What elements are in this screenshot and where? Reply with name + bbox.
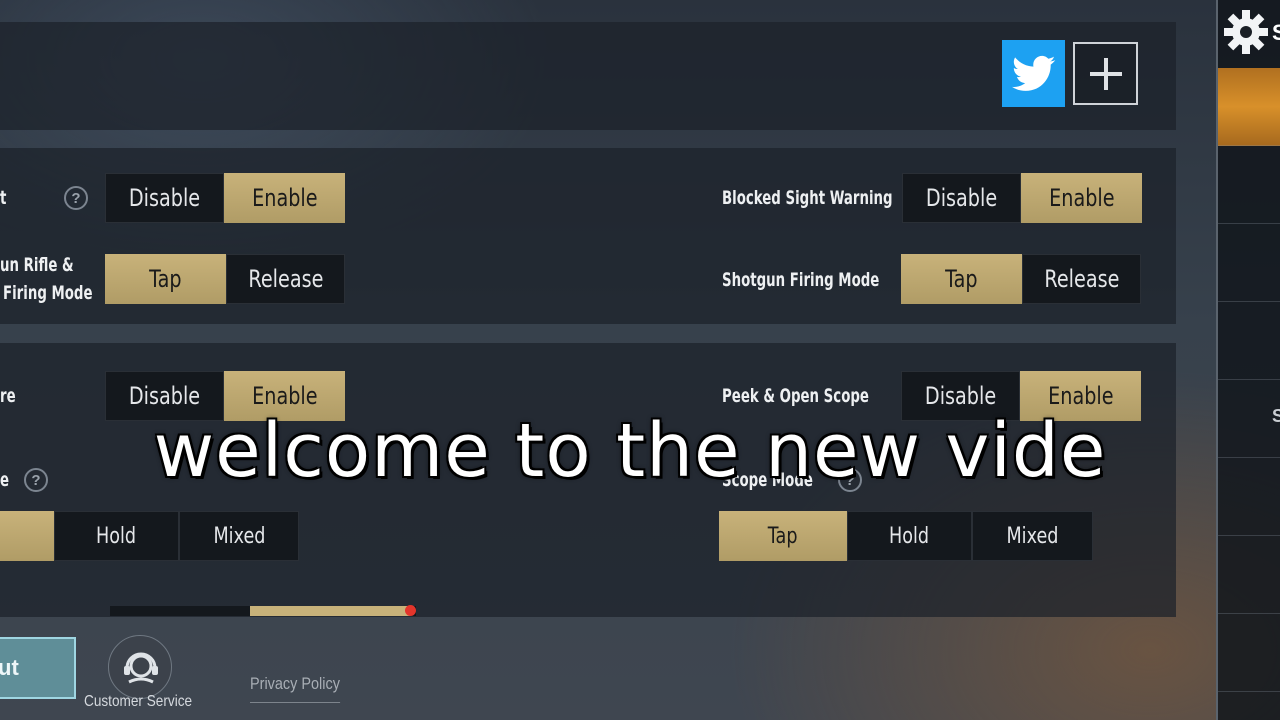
option-mixed[interactable]: Mixed — [179, 511, 299, 561]
twitter-button[interactable] — [1002, 40, 1065, 107]
privacy-policy-link[interactable]: Privacy Policy — [250, 674, 340, 703]
setting-label-shotgun-firing: Shotgun Firing Mode — [722, 269, 880, 291]
sidebar-letter: S — [1272, 20, 1280, 45]
toggle-left-1: Disable Enable — [105, 173, 345, 223]
toggle-shotgun-firing: Tap Release — [901, 254, 1141, 304]
setting-label-peek-open-scope: Peek & Open Scope — [722, 385, 869, 407]
toggle-left-2: Tap Release — [105, 254, 345, 304]
sidebar-tab[interactable] — [1218, 302, 1280, 380]
top-header-panel — [0, 22, 1176, 130]
twitter-icon — [1011, 55, 1055, 91]
video-caption: welcome to the new vide — [153, 408, 1107, 494]
setting-label-left-2b: Firing Mode — [3, 282, 93, 304]
option-tap[interactable]: Tap — [105, 254, 226, 304]
customer-service-button[interactable] — [108, 635, 172, 699]
sidebar-tab[interactable] — [1218, 146, 1280, 224]
option-tap[interactable] — [0, 511, 54, 561]
toggle-scope-mode: Tap Hold Mixed — [719, 511, 1093, 561]
slider-handle[interactable] — [405, 605, 416, 616]
sidebar-tab[interactable] — [1218, 536, 1280, 614]
option-enable[interactable]: Enable — [224, 173, 345, 223]
option-mixed[interactable]: Mixed — [972, 511, 1093, 561]
customer-service-label[interactable]: Customer Service — [84, 693, 192, 711]
option-disable[interactable]: Disable — [902, 173, 1021, 223]
sidebar-tab-active[interactable] — [1218, 68, 1280, 146]
plus-icon — [1089, 57, 1122, 90]
option-tap[interactable]: Tap — [719, 511, 847, 561]
setting-label-left-2a: un Rifle & — [0, 254, 74, 276]
setting-label-blocked-sight: Blocked Sight Warning — [722, 187, 893, 209]
option-disable[interactable]: Disable — [105, 173, 224, 223]
setting-label-left-3: re — [0, 385, 16, 407]
add-button[interactable] — [1073, 42, 1138, 105]
toggle-blocked-sight: Disable Enable — [902, 173, 1142, 223]
sidebar-tab[interactable] — [1218, 614, 1280, 692]
slider-fill — [250, 606, 410, 616]
gear-icon[interactable] — [1222, 8, 1270, 56]
headset-icon — [124, 652, 158, 684]
option-enable[interactable]: Enable — [1021, 173, 1142, 223]
option-release[interactable]: Release — [226, 254, 345, 304]
option-tap[interactable]: Tap — [901, 254, 1022, 304]
toggle-left-4: Hold Mixed — [0, 511, 299, 561]
option-hold[interactable]: Hold — [847, 511, 972, 561]
sidebar-letter: S — [1272, 406, 1280, 426]
settings-sidebar — [1216, 0, 1280, 720]
help-icon[interactable]: ? — [64, 186, 88, 210]
setting-label-left-1: t — [0, 187, 7, 209]
logout-button[interactable]: ut — [0, 637, 76, 699]
option-hold[interactable]: Hold — [54, 511, 179, 561]
option-release[interactable]: Release — [1022, 254, 1141, 304]
sidebar-tab[interactable] — [1218, 224, 1280, 302]
